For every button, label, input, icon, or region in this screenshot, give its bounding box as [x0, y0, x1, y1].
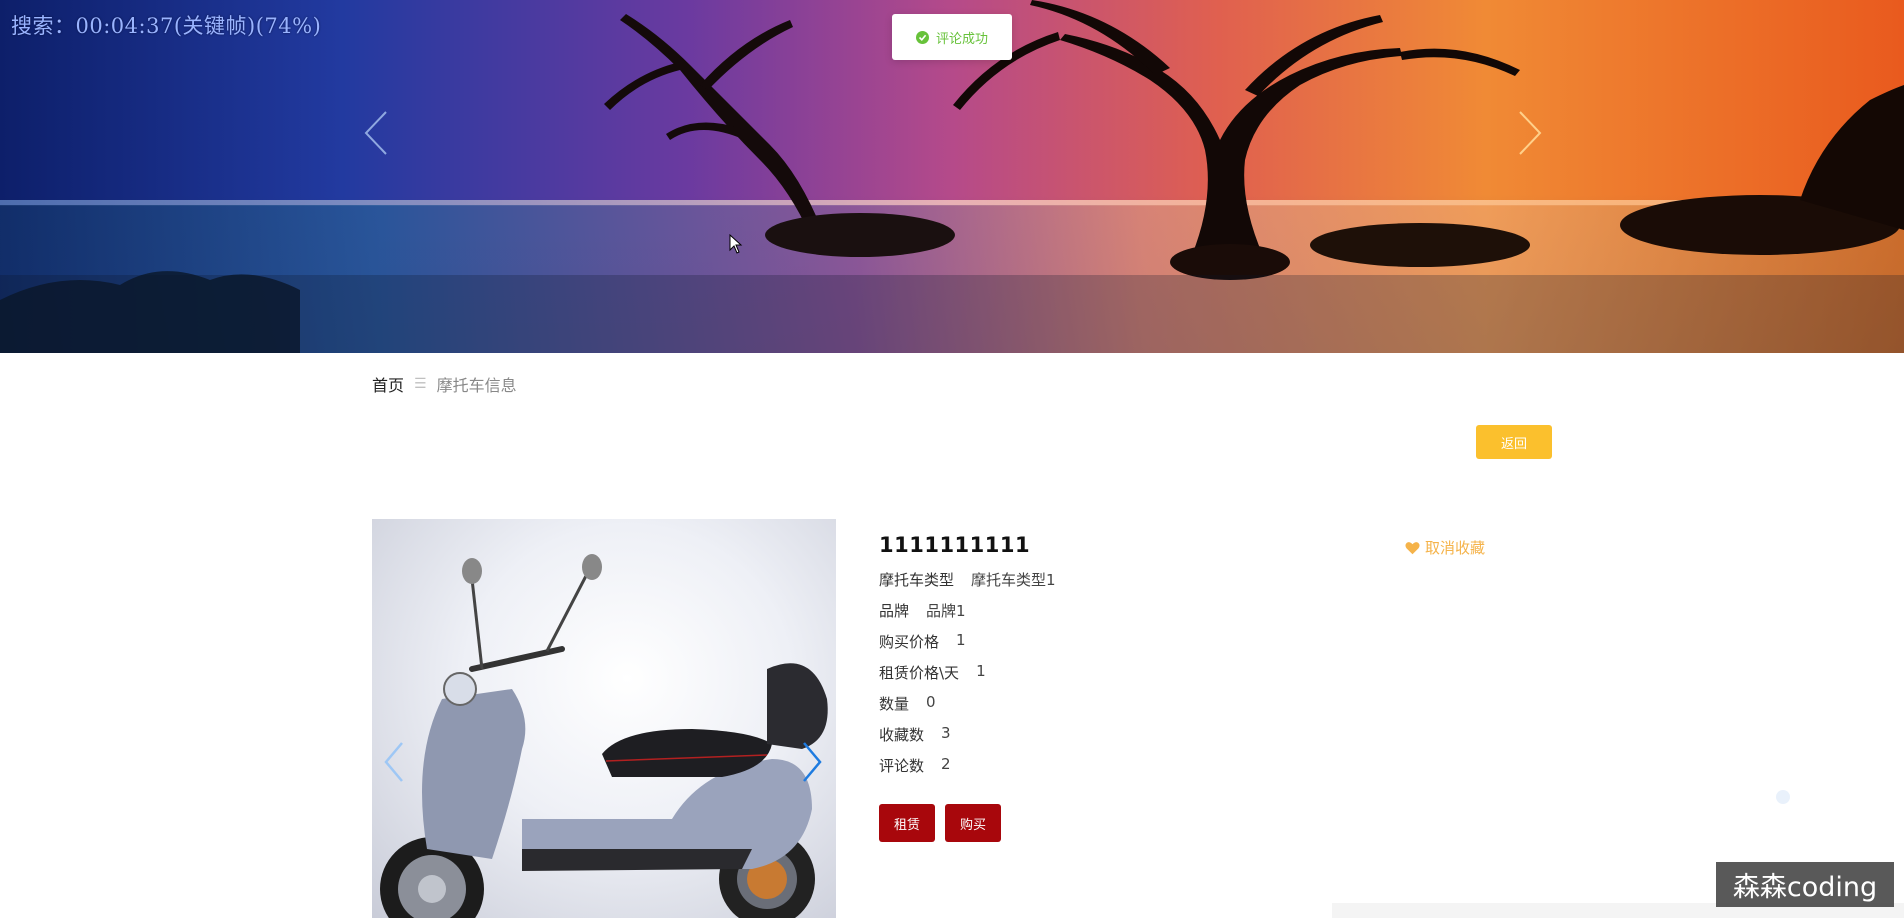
field-row: 品牌 品牌1	[879, 600, 1056, 631]
field-row: 收藏数 3	[879, 724, 1056, 755]
field-label: 摩托车类型	[879, 571, 955, 589]
back-to-top-button[interactable]	[1776, 790, 1790, 804]
field-row: 评论数 2	[879, 755, 1056, 786]
field-value: 1	[976, 662, 986, 680]
field-value: 1	[956, 631, 966, 649]
field-value: 摩托车类型1	[971, 571, 1056, 589]
breadcrumb-home-link[interactable]: 首页	[372, 372, 404, 396]
field-label: 收藏数	[879, 726, 925, 744]
chevron-left-icon	[384, 742, 403, 782]
field-row: 租赁价格\天 1	[879, 662, 1056, 693]
watermark: 森森coding	[1716, 862, 1894, 907]
mouse-cursor-icon	[729, 233, 743, 258]
video-search-overlay: 搜索：00:04:37(关键帧)(74%)	[11, 14, 322, 38]
product-actions: 租赁 购买	[879, 804, 1002, 842]
field-value: 2	[941, 755, 951, 773]
gallery-prev-button[interactable]	[380, 737, 410, 787]
banner-next-button[interactable]	[1510, 108, 1550, 158]
scooter-image	[380, 554, 828, 918]
unfavorite-button[interactable]: 取消收藏	[1405, 537, 1485, 558]
field-label: 评论数	[879, 757, 925, 775]
heart-icon	[1405, 541, 1420, 554]
chevron-right-icon	[803, 742, 822, 782]
field-row: 购买价格 1	[879, 631, 1056, 662]
product-image-carousel	[372, 519, 836, 918]
buy-button[interactable]: 购买	[945, 804, 1002, 842]
breadcrumb-current: 摩托车信息	[436, 376, 517, 395]
breadcrumb-separator: ☰	[414, 376, 427, 392]
field-label: 购买价格	[879, 633, 940, 651]
unfavorite-label: 取消收藏	[1425, 539, 1486, 557]
check-circle-icon	[915, 30, 929, 44]
toast-message: 评论成功	[935, 31, 988, 47]
back-button[interactable]: 返回	[1476, 425, 1552, 459]
banner-prev-button[interactable]	[358, 108, 398, 158]
chevron-right-icon	[1519, 111, 1542, 155]
field-row: 数量 0	[879, 693, 1056, 724]
field-value: 3	[941, 724, 951, 742]
success-toast: 评论成功	[892, 14, 1012, 60]
gallery-next-button[interactable]	[796, 737, 826, 787]
field-label: 数量	[879, 695, 910, 713]
product-info: 1111111111 摩托车类型 摩托车类型1 品牌 品牌1 购买价格 1 租赁价格\…	[879, 533, 1056, 786]
field-value: 0	[926, 693, 936, 711]
breadcrumb: 首页 ☰ 摩托车信息	[372, 372, 517, 396]
field-row: 摩托车类型 摩托车类型1	[879, 569, 1056, 600]
chevron-left-icon	[364, 111, 387, 155]
field-label: 品牌	[879, 602, 910, 620]
rent-button[interactable]: 租赁	[879, 804, 936, 842]
product-title: 1111111111	[879, 533, 1031, 557]
field-label: 租赁价格\天	[879, 664, 960, 682]
field-value: 品牌1	[926, 602, 966, 620]
